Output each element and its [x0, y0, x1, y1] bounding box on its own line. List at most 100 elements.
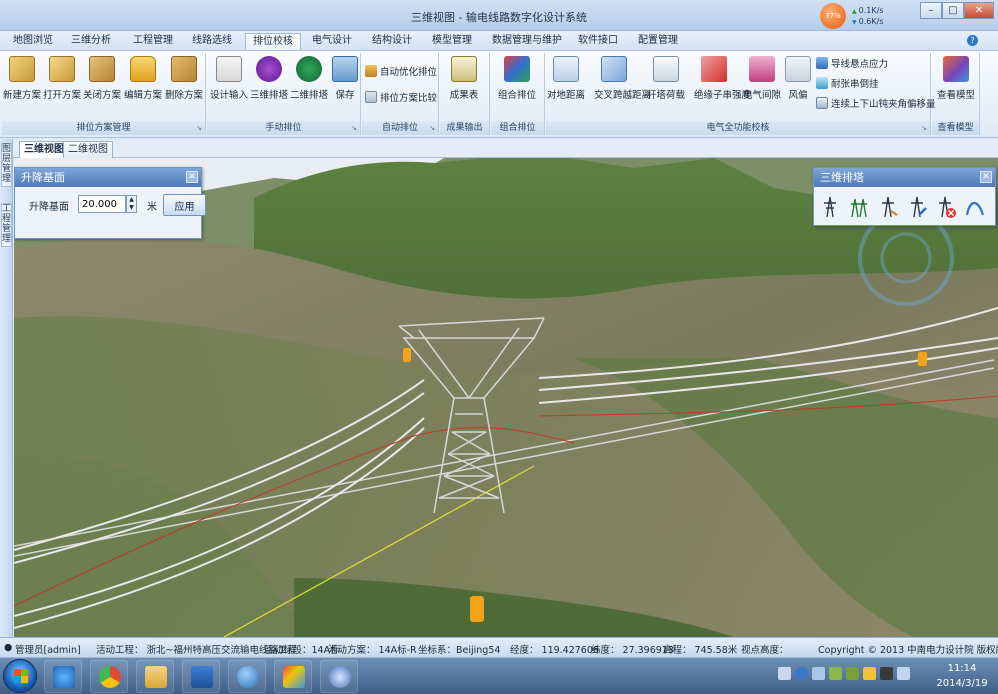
maximize-button[interactable]: □ — [942, 2, 964, 19]
taskbar-app-paint[interactable] — [274, 660, 312, 693]
flag-icon[interactable] — [863, 667, 876, 680]
side-tab-layer[interactable]: 图层管理 — [1, 143, 12, 187]
network-monitor[interactable]: 77% 0.1K/s 0.6K/s — [820, 3, 890, 29]
move-tower-icon — [882, 196, 898, 218]
open-plan-button[interactable]: 打开方案 — [42, 56, 82, 106]
auto-optimize-button[interactable]: 自动优化排位 — [365, 65, 437, 81]
tower-load-button[interactable]: 杆塔荷载 — [646, 56, 686, 106]
keyboard-icon[interactable] — [778, 667, 791, 680]
move-tower-button[interactable] — [875, 192, 901, 222]
wire-stress-button[interactable]: 导线悬点应力 — [816, 57, 888, 73]
tension-string-button[interactable]: 耐张串倒挂 — [816, 77, 879, 93]
cross-distance-button[interactable]: 交叉跨越距离 — [594, 56, 651, 106]
design-input-button[interactable]: 设计输入 — [209, 56, 249, 106]
menu-software-interface[interactable]: 软件接口 — [571, 33, 625, 50]
tower-load-icon — [653, 56, 679, 82]
save-button[interactable]: 保存 — [325, 56, 365, 106]
electrical-clearance-button[interactable]: 电气间隙 — [742, 56, 782, 106]
dialog-launcher-icon[interactable]: ↘ — [351, 124, 357, 132]
help-icon[interactable]: ? — [967, 35, 978, 46]
minimize-button[interactable]: – — [920, 2, 942, 19]
network-icon[interactable] — [812, 667, 825, 680]
group-label: 查看模型 — [932, 121, 979, 135]
menu-configuration[interactable]: 配置管理 — [631, 33, 685, 50]
shield-icon[interactable] — [829, 667, 842, 680]
status-coordinate-system: 坐标系：Beijing54 — [418, 645, 501, 656]
batch-tower-button[interactable] — [846, 192, 872, 222]
ground-distance-icon — [553, 56, 579, 82]
compare-icon — [365, 91, 377, 103]
ground-distance-button[interactable]: 对地距离 — [546, 56, 586, 106]
tab-3d-view[interactable]: 三维视图 — [19, 141, 69, 158]
status-view-altitude: 视点高度： — [741, 645, 789, 656]
volume-icon[interactable] — [897, 667, 910, 680]
clearance-icon — [749, 56, 775, 82]
group-manual-spotting: 设计输入 三维排塔 二维排塔 保存 手动排位 ↘ — [207, 53, 361, 135]
antivirus-icon[interactable] — [846, 667, 859, 680]
dialog-launcher-icon[interactable]: ↘ — [196, 124, 202, 132]
taskbar-app-word[interactable] — [182, 660, 220, 693]
edit-tower-button[interactable] — [904, 192, 930, 222]
plan-compare-button[interactable]: 排位方案比较 — [365, 91, 437, 107]
3d-viewport[interactable]: 升降基面 ✕ 升降基面 ▲▼ 米 应用 三维排塔 ✕ — [14, 158, 998, 637]
tower-spotting-panel: 三维排塔 ✕ — [813, 167, 996, 226]
taskbar-app-infinity[interactable] — [320, 660, 358, 693]
menu-structure-design[interactable]: 结构设计 — [365, 33, 419, 50]
menu-data-maintenance[interactable]: 数据管理与维护 — [485, 33, 569, 50]
continuous-slope-icon — [816, 97, 828, 109]
tab-2d-view[interactable]: 二维视图 — [63, 141, 113, 158]
menu-project-management[interactable]: 工程管理 — [126, 33, 180, 50]
menu-electrical-design[interactable]: 电气设计 — [305, 33, 359, 50]
edit-plan-button[interactable]: 编辑方案 — [123, 56, 163, 106]
close-icon[interactable]: ✕ — [186, 171, 198, 183]
menu-tower-spotting[interactable]: 排位校核 — [245, 33, 301, 50]
design-input-icon — [216, 56, 242, 82]
menu-3d-analysis[interactable]: 三维分析 — [64, 33, 118, 50]
close-button[interactable]: ✕ — [964, 2, 994, 19]
3d-spotting-button[interactable]: 三维排塔 — [249, 56, 289, 106]
tower-panel-title: 三维排塔 — [820, 171, 864, 184]
delete-tower-icon — [939, 196, 956, 218]
group-output: 成果表 成果输出 — [440, 53, 490, 135]
start-button[interactable] — [3, 659, 37, 693]
taskbar-clock[interactable]: 11:14 2014/3/19 — [930, 661, 994, 691]
taskbar-app-chrome[interactable] — [90, 660, 128, 693]
battery-icon[interactable] — [880, 667, 893, 680]
dialog-launcher-icon[interactable]: ↘ — [921, 124, 927, 132]
delete-tower-button[interactable] — [933, 192, 959, 222]
result-table-button[interactable]: 成果表 — [444, 56, 484, 106]
close-plan-icon — [89, 56, 115, 82]
elevation-unit: 米 — [147, 202, 157, 213]
taskbar-app-sogou[interactable] — [44, 660, 82, 693]
side-tab-project[interactable]: 工程管理 — [1, 203, 12, 247]
sag-curve-button[interactable] — [962, 192, 988, 222]
combo-spotting-button[interactable]: 组合排位 — [497, 56, 537, 106]
elevation-input[interactable] — [78, 195, 126, 213]
2d-spotting-button[interactable]: 二维排塔 — [289, 56, 329, 106]
elevation-panel: 升降基面 ✕ 升降基面 ▲▼ 米 应用 — [14, 167, 206, 239]
delete-plan-button[interactable]: 删除方案 — [164, 56, 204, 106]
close-icon[interactable]: ✕ — [980, 171, 992, 183]
view-model-button[interactable]: 查看模型 — [936, 56, 976, 106]
close-plan-button[interactable]: 关闭方案 — [82, 56, 122, 106]
taskbar-app-globe[interactable] — [228, 660, 266, 693]
new-plan-icon — [9, 56, 35, 82]
apply-button[interactable]: 应用 — [163, 194, 206, 216]
group-electrical-check: 对地距离 交叉跨越距离 杆塔荷载 绝缘子串强度 电气间隙 风偏 导线悬点应力 耐… — [546, 53, 936, 135]
group-label: 成果输出 — [440, 121, 489, 135]
place-tower-button[interactable] — [817, 192, 843, 222]
new-plan-button[interactable]: 新建方案 — [2, 56, 42, 106]
spinner-icon[interactable]: ▲ ▼ — [126, 195, 137, 213]
menu-route-selection[interactable]: 线路选线 — [185, 33, 239, 50]
tower-panel-header: 三维排塔 ✕ — [814, 168, 995, 187]
taskbar-app-explorer[interactable] — [136, 660, 174, 693]
group-auto-spotting: 自动优化排位 排位方案比较 自动排位 ↘ — [362, 53, 439, 135]
dialog-launcher-icon[interactable]: ↘ — [429, 124, 435, 132]
clock-time: 11:14 — [947, 663, 977, 674]
menu-model-management[interactable]: 模型管理 — [425, 33, 479, 50]
insulator-strength-button[interactable]: 绝缘子串强度 — [694, 56, 751, 106]
continuous-slope-button[interactable]: 连续上下山钝夹角偏移量 — [816, 97, 936, 113]
help-tray-icon[interactable] — [795, 667, 808, 680]
wind-deflection-button[interactable]: 风偏 — [778, 56, 818, 106]
menu-map-browse[interactable]: 地图浏览 — [6, 33, 60, 50]
